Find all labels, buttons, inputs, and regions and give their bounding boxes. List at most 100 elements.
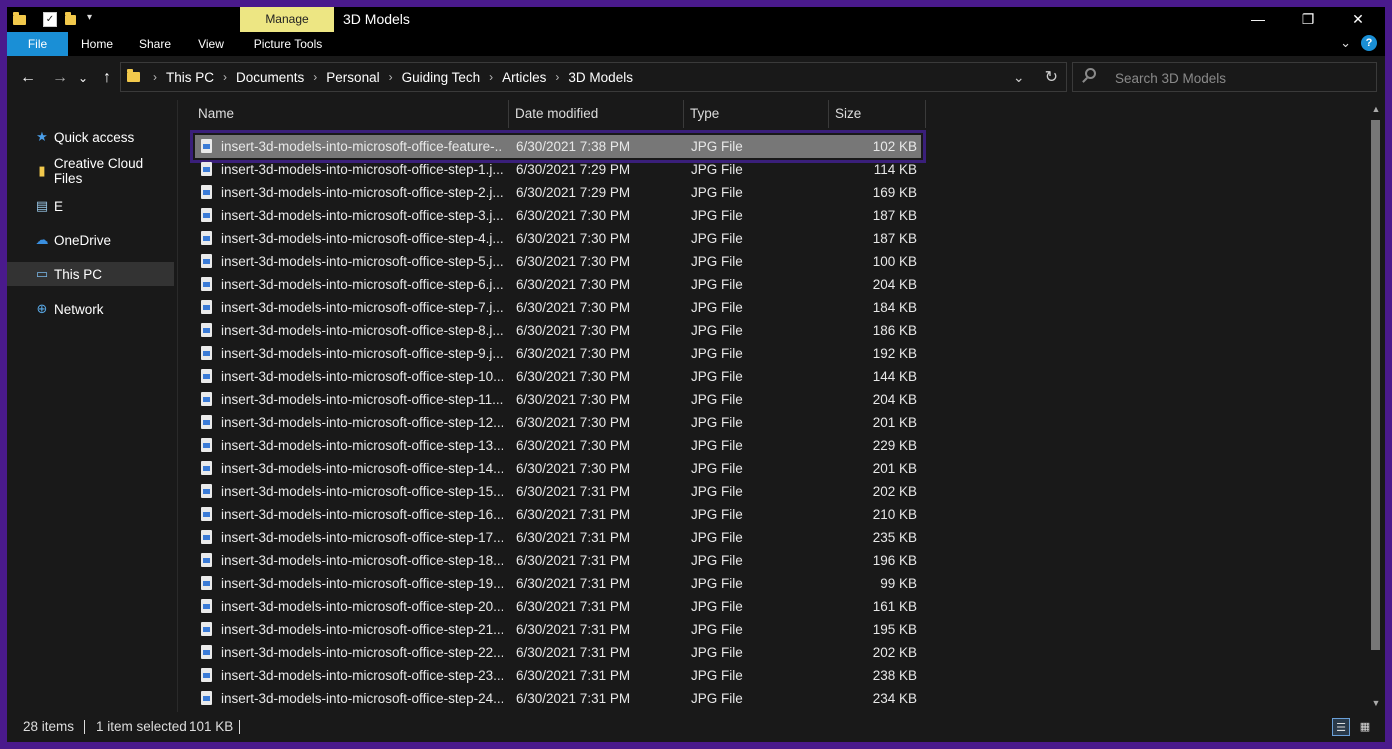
image-file-icon [201,553,212,567]
customize-toolbar-icon[interactable]: ▾ [87,12,103,28]
nav-item-network[interactable]: ⊕ Network [7,297,174,321]
column-header-name[interactable]: Name [198,100,508,128]
table-row[interactable]: insert-3d-models-into-microsoft-office-s… [195,687,921,710]
table-row[interactable]: insert-3d-models-into-microsoft-office-s… [195,457,921,480]
close-button[interactable]: ✕ [1335,7,1381,32]
column-divider[interactable] [828,100,829,128]
table-row[interactable]: insert-3d-models-into-microsoft-office-s… [195,526,921,549]
nav-item-onedrive[interactable]: ☁ OneDrive [7,228,174,252]
breadcrumb-separator[interactable]: › [489,70,493,84]
image-file-icon [201,300,212,314]
nav-item-e-drive[interactable]: ▤ E [7,194,174,218]
column-divider[interactable] [683,100,684,128]
breadcrumb-documents[interactable]: Documents [236,70,304,85]
tab-home[interactable]: Home [75,32,119,56]
table-row[interactable]: insert-3d-models-into-microsoft-office-s… [195,342,921,365]
breadcrumb-guiding-tech[interactable]: Guiding Tech [402,70,481,85]
file-name: insert-3d-models-into-microsoft-office-s… [221,277,503,292]
table-row[interactable]: insert-3d-models-into-microsoft-office-s… [195,250,921,273]
table-row[interactable]: insert-3d-models-into-microsoft-office-s… [195,319,921,342]
scroll-down-icon[interactable]: ▼ [1367,696,1385,710]
column-divider[interactable] [925,100,926,128]
file-type: JPG File [691,691,743,706]
image-file-icon [201,392,212,406]
file-type: JPG File [691,484,743,499]
recent-locations-button[interactable]: ⌄ [75,66,91,90]
scrollbar-thumb[interactable] [1371,120,1380,650]
table-row[interactable]: insert-3d-models-into-microsoft-office-s… [195,365,921,388]
breadcrumb-separator[interactable]: › [389,70,393,84]
nav-item-this-pc[interactable]: ▭ This PC [7,262,174,286]
column-header-type[interactable]: Type [690,100,828,128]
properties-icon[interactable]: ✓ [43,11,59,28]
column-divider[interactable] [508,100,509,128]
file-type: JPG File [691,507,743,522]
large-icons-view-icon[interactable]: ▦ [1356,718,1374,736]
table-row[interactable]: insert-3d-models-into-microsoft-office-s… [195,434,921,457]
address-bar[interactable]: › This PC › Documents › Personal › Guidi… [120,62,1067,92]
nav-item-creative-cloud-files[interactable]: ▮ Creative Cloud Files [7,156,174,186]
table-row[interactable]: insert-3d-models-into-microsoft-office-s… [195,388,921,411]
forward-button[interactable]: → [49,66,71,90]
column-header-size[interactable]: Size [835,100,925,128]
breadcrumb-3d-models[interactable]: 3D Models [568,70,633,85]
nav-item-quick-access[interactable]: ★ Quick access [7,125,174,149]
breadcrumb-this-pc[interactable]: This PC [166,70,214,85]
address-dropdown-icon[interactable]: ⌄ [1013,69,1025,86]
table-row[interactable]: insert-3d-models-into-microsoft-office-s… [195,158,921,181]
file-type: JPG File [691,622,743,637]
image-file-icon [201,461,212,475]
breadcrumb-personal[interactable]: Personal [326,70,379,85]
table-row[interactable]: insert-3d-models-into-microsoft-office-s… [195,480,921,503]
minimize-button[interactable]: — [1235,7,1281,32]
table-row[interactable]: insert-3d-models-into-microsoft-office-s… [195,595,921,618]
new-folder-icon[interactable] [65,11,81,28]
breadcrumb-separator[interactable]: › [313,70,317,84]
tab-view[interactable]: View [191,32,231,56]
help-icon[interactable]: ? [1361,35,1377,51]
table-row[interactable]: insert-3d-models-into-microsoft-office-f… [190,130,926,163]
expand-ribbon-icon[interactable]: ⌄ [1340,35,1351,51]
back-button[interactable]: ← [17,66,39,90]
breadcrumb-separator[interactable]: › [223,70,227,84]
breadcrumb-separator[interactable]: › [555,70,559,84]
table-row[interactable]: insert-3d-models-into-microsoft-office-s… [195,273,921,296]
table-row[interactable]: insert-3d-models-into-microsoft-office-s… [195,572,921,595]
file-date-modified: 6/30/2021 7:30 PM [516,461,631,476]
scroll-up-icon[interactable]: ▲ [1367,102,1385,116]
details-view-icon[interactable]: ☰ [1332,718,1350,736]
search-input[interactable] [1113,67,1367,89]
tab-share[interactable]: Share [133,32,177,56]
table-row[interactable]: insert-3d-models-into-microsoft-office-s… [195,181,921,204]
file-name: insert-3d-models-into-microsoft-office-s… [221,185,503,200]
table-row[interactable]: insert-3d-models-into-microsoft-office-s… [195,503,921,526]
vertical-scrollbar[interactable]: ▲ ▼ [1367,100,1385,712]
folder-icon[interactable] [13,11,29,28]
restore-button[interactable]: ❐ [1285,7,1331,32]
breadcrumb-articles[interactable]: Articles [502,70,546,85]
breadcrumb-separator[interactable]: › [153,70,157,84]
table-row[interactable]: insert-3d-models-into-microsoft-office-s… [195,296,921,319]
image-file-icon [201,530,212,544]
table-row[interactable]: insert-3d-models-into-microsoft-office-s… [195,549,921,572]
table-row[interactable]: insert-3d-models-into-microsoft-office-s… [195,641,921,664]
file-name: insert-3d-models-into-microsoft-office-s… [221,599,503,614]
search-box[interactable] [1072,62,1377,92]
table-row[interactable]: insert-3d-models-into-microsoft-office-s… [195,664,921,687]
table-row[interactable]: insert-3d-models-into-microsoft-office-s… [195,227,921,250]
table-row[interactable]: insert-3d-models-into-microsoft-office-s… [195,204,921,227]
table-row[interactable]: insert-3d-models-into-microsoft-office-s… [195,411,921,434]
file-type: JPG File [691,231,743,246]
manage-tab[interactable]: Manage [240,7,334,32]
tab-file[interactable]: File [7,32,68,56]
image-file-icon [201,346,212,360]
image-file-icon [201,162,212,176]
column-header-date-modified[interactable]: Date modified [515,100,683,128]
image-file-icon [201,185,212,199]
pane-splitter[interactable] [177,100,178,712]
tab-picture-tools[interactable]: Picture Tools [247,32,329,56]
up-button[interactable]: ↑ [97,66,117,90]
table-row[interactable]: insert-3d-models-into-microsoft-office-s… [195,618,921,641]
file-type: JPG File [691,185,743,200]
refresh-icon[interactable]: ↻ [1045,67,1058,87]
